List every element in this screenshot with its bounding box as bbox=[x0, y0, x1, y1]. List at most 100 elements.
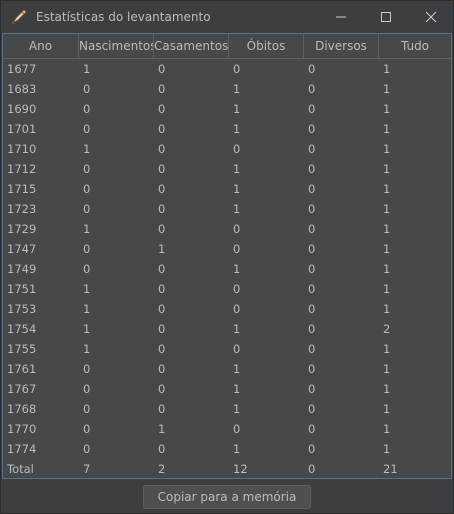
table-cell: 1 bbox=[383, 282, 391, 296]
table-cell: 0 bbox=[308, 162, 316, 176]
table-cell: 0 bbox=[233, 282, 241, 296]
quill-pen-icon bbox=[11, 8, 27, 25]
table-cell: 0 bbox=[308, 242, 316, 256]
table-row[interactable]: 1701 0 0 1 0 1 bbox=[3, 119, 451, 139]
table-cell: 1 bbox=[233, 102, 241, 116]
table-row[interactable]: 1747 0 1 0 0 1 bbox=[3, 239, 451, 259]
total-row[interactable]: Total 7 2 12 0 21 bbox=[3, 459, 451, 478]
table-cell: 1710 bbox=[7, 142, 37, 156]
table-cell: 1 bbox=[158, 422, 166, 436]
table-cell: 0 bbox=[233, 302, 241, 316]
table-cell: 12 bbox=[233, 462, 248, 476]
table-cell: 0 bbox=[83, 82, 91, 96]
table-cell: 1 bbox=[83, 342, 91, 356]
table-cell: 0 bbox=[83, 242, 91, 256]
table-cell: 1 bbox=[233, 182, 241, 196]
table-cell: 1754 bbox=[7, 322, 37, 336]
table-cell: 0 bbox=[233, 422, 241, 436]
table-row[interactable]: 1710 1 0 0 0 1 bbox=[3, 139, 451, 159]
table-row[interactable]: 1690 0 0 1 0 1 bbox=[3, 99, 451, 119]
table-cell: 0 bbox=[83, 382, 91, 396]
table-row[interactable]: 1751 1 0 0 0 1 bbox=[3, 279, 451, 299]
table-cell: 1 bbox=[233, 82, 241, 96]
table-cell: 1 bbox=[383, 162, 391, 176]
column-header-tudo[interactable]: Tudo bbox=[379, 34, 451, 58]
column-header-diversos[interactable]: Diversos bbox=[304, 34, 379, 58]
table-cell: 1749 bbox=[7, 262, 37, 276]
table-row[interactable]: 1753 1 0 0 0 1 bbox=[3, 299, 451, 319]
table-cell: 0 bbox=[308, 102, 316, 116]
table-row[interactable]: 1770 0 1 0 0 1 bbox=[3, 419, 451, 439]
table-cell: 1712 bbox=[7, 162, 37, 176]
table-cell: 0 bbox=[308, 302, 316, 316]
column-header-obitos[interactable]: Óbitos bbox=[229, 34, 304, 58]
table-cell: 0 bbox=[83, 362, 91, 376]
table-cell: 21 bbox=[383, 462, 398, 476]
footer: Copiar para a memória bbox=[1, 481, 453, 513]
table-cell: 1 bbox=[383, 262, 391, 276]
table-row[interactable]: 1774 0 0 1 0 1 bbox=[3, 439, 451, 459]
table-cell: 0 bbox=[83, 102, 91, 116]
table-cell: 0 bbox=[83, 122, 91, 136]
table-row[interactable]: 1754 1 0 1 0 2 bbox=[3, 319, 451, 339]
column-header-casamentos[interactable]: Casamentos bbox=[154, 34, 229, 58]
table-cell: 1767 bbox=[7, 382, 37, 396]
table-cell: 0 bbox=[158, 102, 166, 116]
column-header-nascimentos[interactable]: Nascimentos bbox=[79, 34, 154, 58]
table-row[interactable]: 1715 0 0 1 0 1 bbox=[3, 179, 451, 199]
table-row[interactable]: 1677 1 0 0 0 1 bbox=[3, 59, 451, 79]
column-header-ano[interactable]: Ano bbox=[3, 34, 79, 58]
table-cell: 1 bbox=[383, 62, 391, 76]
minimize-button[interactable] bbox=[318, 1, 363, 32]
table-cell: 0 bbox=[158, 142, 166, 156]
table-cell: 1 bbox=[383, 142, 391, 156]
table-cell: 1 bbox=[383, 122, 391, 136]
table-cell: 1 bbox=[158, 242, 166, 256]
title-bar[interactable]: Estatísticas do levantamento bbox=[1, 1, 453, 32]
table-cell: 1683 bbox=[7, 82, 37, 96]
table-row[interactable]: 1761 0 0 1 0 1 bbox=[3, 359, 451, 379]
table-cell: Total bbox=[7, 462, 34, 476]
table-cell: 0 bbox=[158, 402, 166, 416]
table-row[interactable]: 1712 0 0 1 0 1 bbox=[3, 159, 451, 179]
table-cell: 0 bbox=[158, 322, 166, 336]
table-cell: 1 bbox=[233, 442, 241, 456]
table-cell: 1 bbox=[383, 182, 391, 196]
table-cell: 2 bbox=[383, 322, 391, 336]
table-row[interactable]: 1723 0 0 1 0 1 bbox=[3, 199, 451, 219]
copy-to-clipboard-button[interactable]: Copiar para a memória bbox=[142, 485, 312, 509]
table-cell: 1761 bbox=[7, 362, 37, 376]
maximize-button[interactable] bbox=[363, 1, 408, 32]
table-cell: 1 bbox=[83, 322, 91, 336]
table-row[interactable]: 1768 0 0 1 0 1 bbox=[3, 399, 451, 419]
table-cell: 1774 bbox=[7, 442, 37, 456]
table-cell: 0 bbox=[308, 402, 316, 416]
table-row[interactable]: 1755 1 0 0 0 1 bbox=[3, 339, 451, 359]
table-cell: 0 bbox=[308, 422, 316, 436]
table-body: 1677 1 0 0 0 1 1683 0 0 1 0 1 1690 0 0 1 0 1 1701 0 0 1 0 1 1710… bbox=[3, 59, 451, 478]
table-cell: 0 bbox=[308, 322, 316, 336]
statistics-table[interactable]: Ano Nascimentos Casamentos Óbitos Divers… bbox=[2, 33, 452, 479]
maximize-icon bbox=[380, 11, 391, 22]
table-cell: 1 bbox=[233, 402, 241, 416]
table-cell: 1723 bbox=[7, 202, 37, 216]
table-cell: 0 bbox=[233, 222, 241, 236]
table-cell: 0 bbox=[308, 62, 316, 76]
table-cell: 0 bbox=[158, 442, 166, 456]
table-cell: 0 bbox=[233, 62, 241, 76]
table-row[interactable]: 1683 0 0 1 0 1 bbox=[3, 79, 451, 99]
table-cell: 1 bbox=[383, 362, 391, 376]
table-row[interactable]: 1767 0 0 1 0 1 bbox=[3, 379, 451, 399]
statistics-window: Estatísticas do levantamento Ano Nascime… bbox=[0, 0, 454, 514]
table-cell: 0 bbox=[158, 182, 166, 196]
table-cell: 0 bbox=[83, 202, 91, 216]
table-cell: 0 bbox=[308, 362, 316, 376]
table-cell: 0 bbox=[158, 162, 166, 176]
close-button[interactable] bbox=[408, 1, 453, 32]
table-cell: 0 bbox=[158, 362, 166, 376]
table-row[interactable]: 1749 0 0 1 0 1 bbox=[3, 259, 451, 279]
table-cell: 1 bbox=[383, 442, 391, 456]
table-cell: 0 bbox=[308, 462, 316, 476]
table-row[interactable]: 1729 1 0 0 0 1 bbox=[3, 219, 451, 239]
table-cell: 0 bbox=[308, 122, 316, 136]
